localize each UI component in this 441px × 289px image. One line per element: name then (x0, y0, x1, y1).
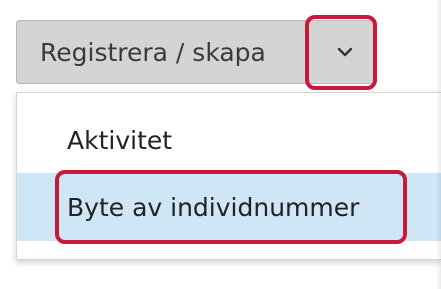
chevron-down-icon (337, 47, 353, 57)
register-create-button[interactable]: Registrera / skapa (17, 21, 313, 83)
dropdown-toggle-button[interactable] (313, 21, 375, 83)
menu-item-label: Byte av individnummer (67, 192, 360, 222)
register-create-label: Registrera / skapa (40, 37, 266, 67)
menu-item-label: Aktivitet (67, 125, 173, 155)
menu-item-byte-av-individnummer[interactable]: Byte av individnummer (17, 173, 441, 241)
screenshot-canvas: Registrera / skapa Aktivitet Byte av ind… (0, 0, 441, 289)
dropdown-menu: Aktivitet Byte av individnummer (16, 92, 441, 260)
menu-item-aktivitet[interactable]: Aktivitet (17, 109, 441, 171)
edge-shadow (436, 0, 441, 289)
register-create-split-button: Registrera / skapa (16, 20, 376, 84)
